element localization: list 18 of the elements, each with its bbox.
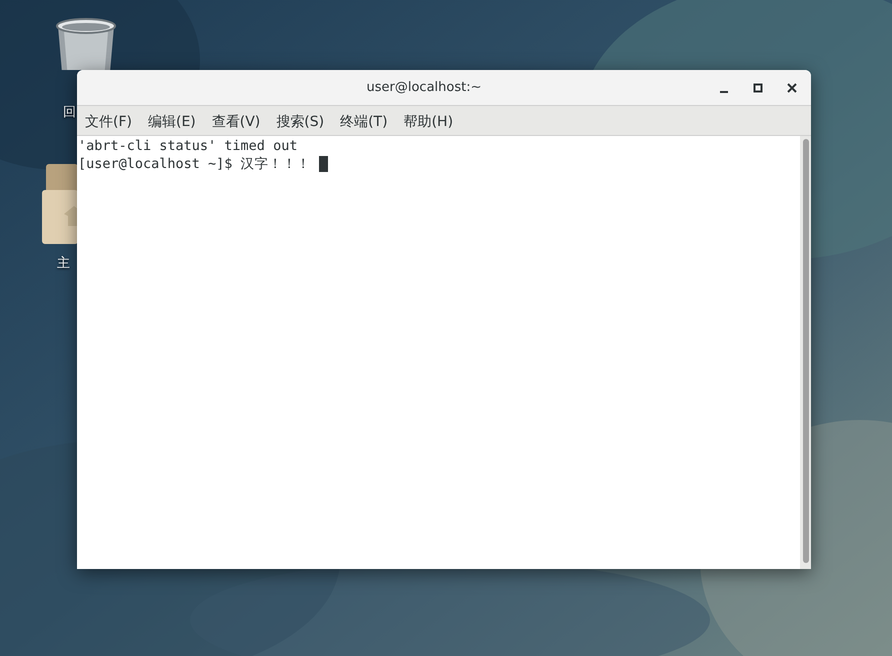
terminal-line: [user@localhost ~]$ 汉字！！！ [78,155,311,173]
window-title: user@localhost:~ [366,80,482,95]
menu-item[interactable]: 编辑(E) [144,110,200,130]
minimize-icon [720,90,728,92]
text-cursor [318,156,328,172]
terminal-line: 'abrt-cli status' timed out [78,137,298,155]
close-icon [787,82,797,92]
menu-item[interactable]: 帮助(H) [400,110,458,130]
menu-item[interactable]: 文件(F) [81,110,136,130]
menu-item[interactable]: 搜索(S) [272,110,328,130]
desktop-icon-label: 回 [63,104,76,121]
scrollbar-thumb[interactable] [802,139,808,563]
scrollbar[interactable] [800,136,811,569]
folder-icon[interactable] [42,164,77,244]
menu-item[interactable]: 终端(T) [336,110,392,130]
menu-item[interactable]: 查看(V) [208,110,264,130]
desktop-icon-label: 主 [57,255,70,272]
maximize-icon [753,82,763,92]
